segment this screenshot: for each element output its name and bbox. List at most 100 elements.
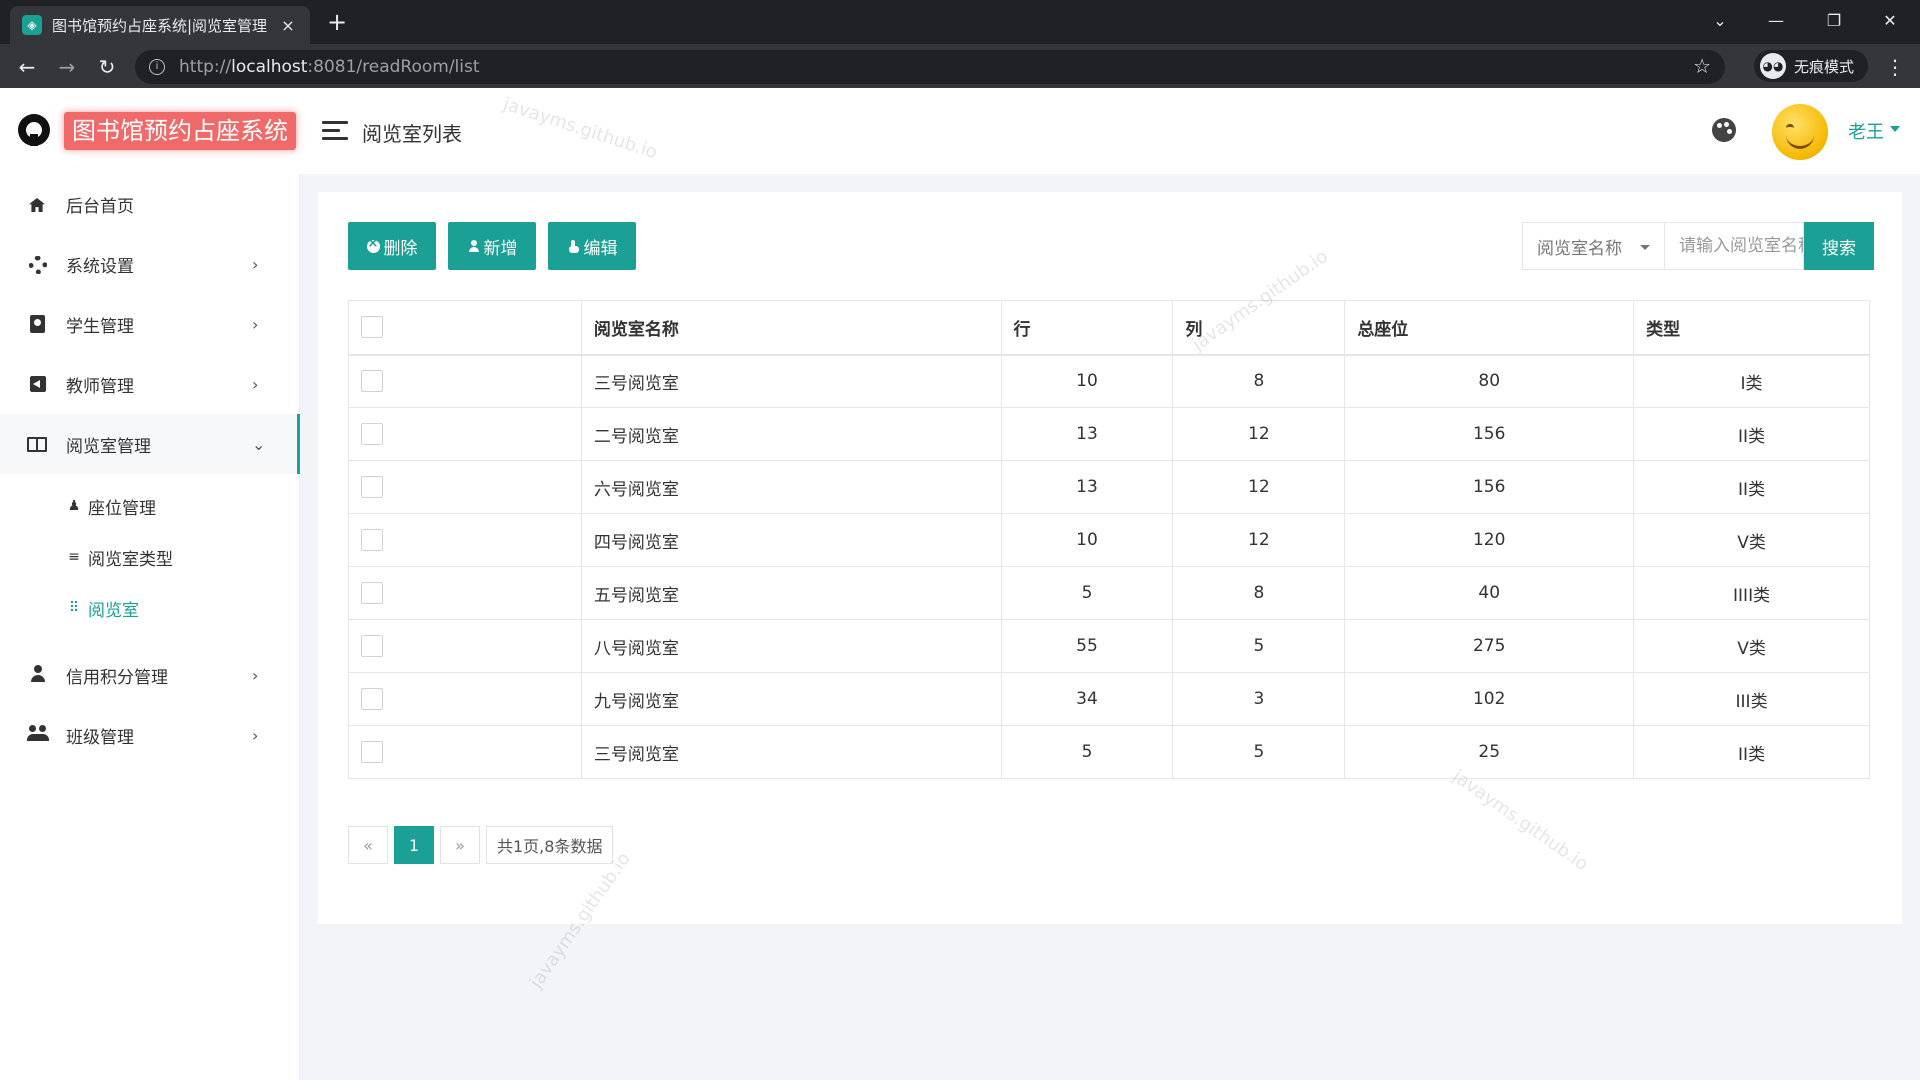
column-header[interactable]: 行 <box>1000 300 1174 356</box>
table-cell: II类 <box>1633 460 1870 514</box>
table-row[interactable]: 四号阅览室 10 12 120 V类 <box>348 513 1870 567</box>
page-title: 阅览室列表 <box>362 122 462 146</box>
sidebar-item-label: 系统设置 <box>66 256 134 277</box>
sidebar-item-teachers[interactable]: 教师管理 › <box>0 354 300 414</box>
bookmark-star-icon[interactable]: ☆ <box>1693 54 1711 78</box>
search-input[interactable] <box>1664 222 1804 270</box>
table-row[interactable]: 二号阅览室 13 12 156 II类 <box>348 407 1870 461</box>
search-field-select[interactable]: 阅览室名称 <box>1522 222 1664 270</box>
table-cell: 8 <box>1172 354 1346 408</box>
row-checkbox[interactable] <box>361 423 383 445</box>
pointer-icon <box>567 239 580 253</box>
table-header-row: 阅览室名称 行 列 总座位 类型 <box>348 300 1870 356</box>
caret-down-icon[interactable] <box>1890 126 1900 132</box>
browser-menu-icon[interactable]: ⋮ <box>1880 52 1910 82</box>
delete-button[interactable]: 删除 <box>348 222 436 270</box>
row-checkbox[interactable] <box>361 476 383 498</box>
github-icon <box>18 114 50 146</box>
sidebar-item-classes[interactable]: 班级管理 › <box>0 705 300 765</box>
table-cell: 3 <box>1172 672 1346 726</box>
table-cell: 34 <box>1000 672 1174 726</box>
palette-icon[interactable] <box>1712 118 1736 142</box>
forward-button[interactable]: → <box>52 52 82 82</box>
table-row[interactable]: 五号阅览室 5 8 40 IIII类 <box>348 566 1870 620</box>
browser-tab[interactable]: ◈ 图书馆预约占座系统|阅览室管理 × <box>10 6 310 44</box>
list-icon: ≡ <box>68 549 80 565</box>
add-button[interactable]: 新增 <box>448 222 536 270</box>
row-checkbox[interactable] <box>361 582 383 604</box>
sidebar: 后台首页 系统设置 › 学生管理 › 教师管理 › 阅览室管理 ⌄ ♟ 座位管理… <box>0 174 300 1080</box>
row-checkbox[interactable] <box>361 529 383 551</box>
table-cell: 13 <box>1000 460 1174 514</box>
reload-button[interactable]: ↻ <box>92 52 122 82</box>
table-cell: 三号阅览室 <box>580 725 1002 779</box>
incognito-badge[interactable]: ◕◕ 无痕模式 <box>1754 50 1868 82</box>
select-all-checkbox[interactable] <box>361 316 383 339</box>
content-card: 删除 新增 编辑 阅览室名称 搜索 阅览室名称 行 列 总座位 类型 三号阅览室… <box>318 192 1902 924</box>
table-row[interactable]: 三号阅览室 10 8 80 I类 <box>348 354 1870 408</box>
sidebar-subitem-rooms[interactable]: ⠿ 阅览室 <box>0 586 300 630</box>
badge-icon <box>30 315 45 333</box>
back-button[interactable]: ← <box>12 52 42 82</box>
user-menu[interactable]: 老王 <box>1848 118 1884 144</box>
tab-search-chevron-icon[interactable]: ⌄ <box>1700 6 1740 36</box>
column-header[interactable]: 列 <box>1172 300 1346 356</box>
sidebar-item-label: 阅览室管理 <box>66 436 151 457</box>
table-cell: 5 <box>1172 619 1346 673</box>
close-window-button[interactable]: ✕ <box>1870 6 1910 36</box>
table-cell: III类 <box>1633 672 1870 726</box>
page-1-button[interactable]: 1 <box>394 826 434 864</box>
table-cell: 5 <box>1000 566 1174 620</box>
chevron-right-icon: › <box>252 374 259 394</box>
sidebar-item-reading-rooms[interactable]: 阅览室管理 ⌄ <box>0 414 300 474</box>
tab-close-icon[interactable]: × <box>278 16 298 35</box>
column-header[interactable]: 总座位 <box>1344 300 1635 356</box>
sidebar-subitem-room-types[interactable]: ≡ 阅览室类型 <box>0 535 300 579</box>
table-cell: 13 <box>1000 407 1174 461</box>
sidebar-subitem-label: 阅览室类型 <box>88 549 173 570</box>
sidebar-subitem-seats[interactable]: ♟ 座位管理 <box>0 484 300 528</box>
chevron-right-icon: › <box>252 665 259 685</box>
minimize-button[interactable]: — <box>1756 6 1796 36</box>
reading-room-table: 阅览室名称 行 列 总座位 类型 三号阅览室 10 8 80 I类 二号阅览室 13 12 15… <box>348 300 1870 779</box>
restore-button[interactable]: ❐ <box>1814 6 1854 36</box>
home-icon <box>29 198 45 212</box>
site-info-icon[interactable]: i <box>149 59 165 75</box>
row-checkbox[interactable] <box>361 635 383 657</box>
row-select-cell <box>348 407 582 461</box>
url-text: http://localhost:8081/readRoom/list <box>179 57 480 77</box>
sidebar-item-students[interactable]: 学生管理 › <box>0 294 300 354</box>
row-checkbox[interactable] <box>361 370 383 393</box>
column-header[interactable]: 阅览室名称 <box>580 300 1002 356</box>
sidebar-item-home[interactable]: 后台首页 <box>0 174 300 234</box>
chevron-right-icon: › <box>252 725 259 745</box>
new-tab-button[interactable]: + <box>322 8 352 38</box>
table-row[interactable]: 三号阅览室 5 5 25 II类 <box>348 725 1870 779</box>
table-cell: 25 <box>1344 725 1635 779</box>
table-row[interactable]: 九号阅览室 34 3 102 III类 <box>348 672 1870 726</box>
table-row[interactable]: 六号阅览室 13 12 156 II类 <box>348 460 1870 514</box>
edit-button[interactable]: 编辑 <box>548 222 636 270</box>
sidebar-subitem-label: 座位管理 <box>88 498 156 519</box>
row-checkbox[interactable] <box>361 741 383 763</box>
people-icon <box>27 725 49 743</box>
sidebar-item-label: 教师管理 <box>66 376 134 397</box>
table-row[interactable]: 八号阅览室 55 5 275 V类 <box>348 619 1870 673</box>
prev-page-button[interactable]: « <box>348 826 388 864</box>
url-field[interactable]: i http://localhost:8081/readRoom/list ☆ <box>135 50 1725 84</box>
pagination-summary: 共1页,8条数据 <box>486 826 614 864</box>
column-header[interactable]: 类型 <box>1633 300 1870 356</box>
grid-icon: ⠿ <box>68 600 80 616</box>
table-cell: 12 <box>1172 460 1346 514</box>
row-checkbox[interactable] <box>361 688 383 710</box>
menu-toggle-icon[interactable] <box>322 121 348 141</box>
search-button[interactable]: 搜索 <box>1804 222 1874 270</box>
address-bar: ← → ↻ i http://localhost:8081/readRoom/l… <box>0 44 1920 88</box>
sidebar-item-label: 信用积分管理 <box>66 667 168 688</box>
sidebar-item-credit[interactable]: 信用积分管理 › <box>0 645 300 705</box>
sidebar-item-settings[interactable]: 系统设置 › <box>0 234 300 294</box>
next-page-button[interactable]: » <box>440 826 480 864</box>
person-icon <box>31 665 45 683</box>
avatar[interactable] <box>1772 104 1828 160</box>
row-select-cell <box>348 460 582 514</box>
